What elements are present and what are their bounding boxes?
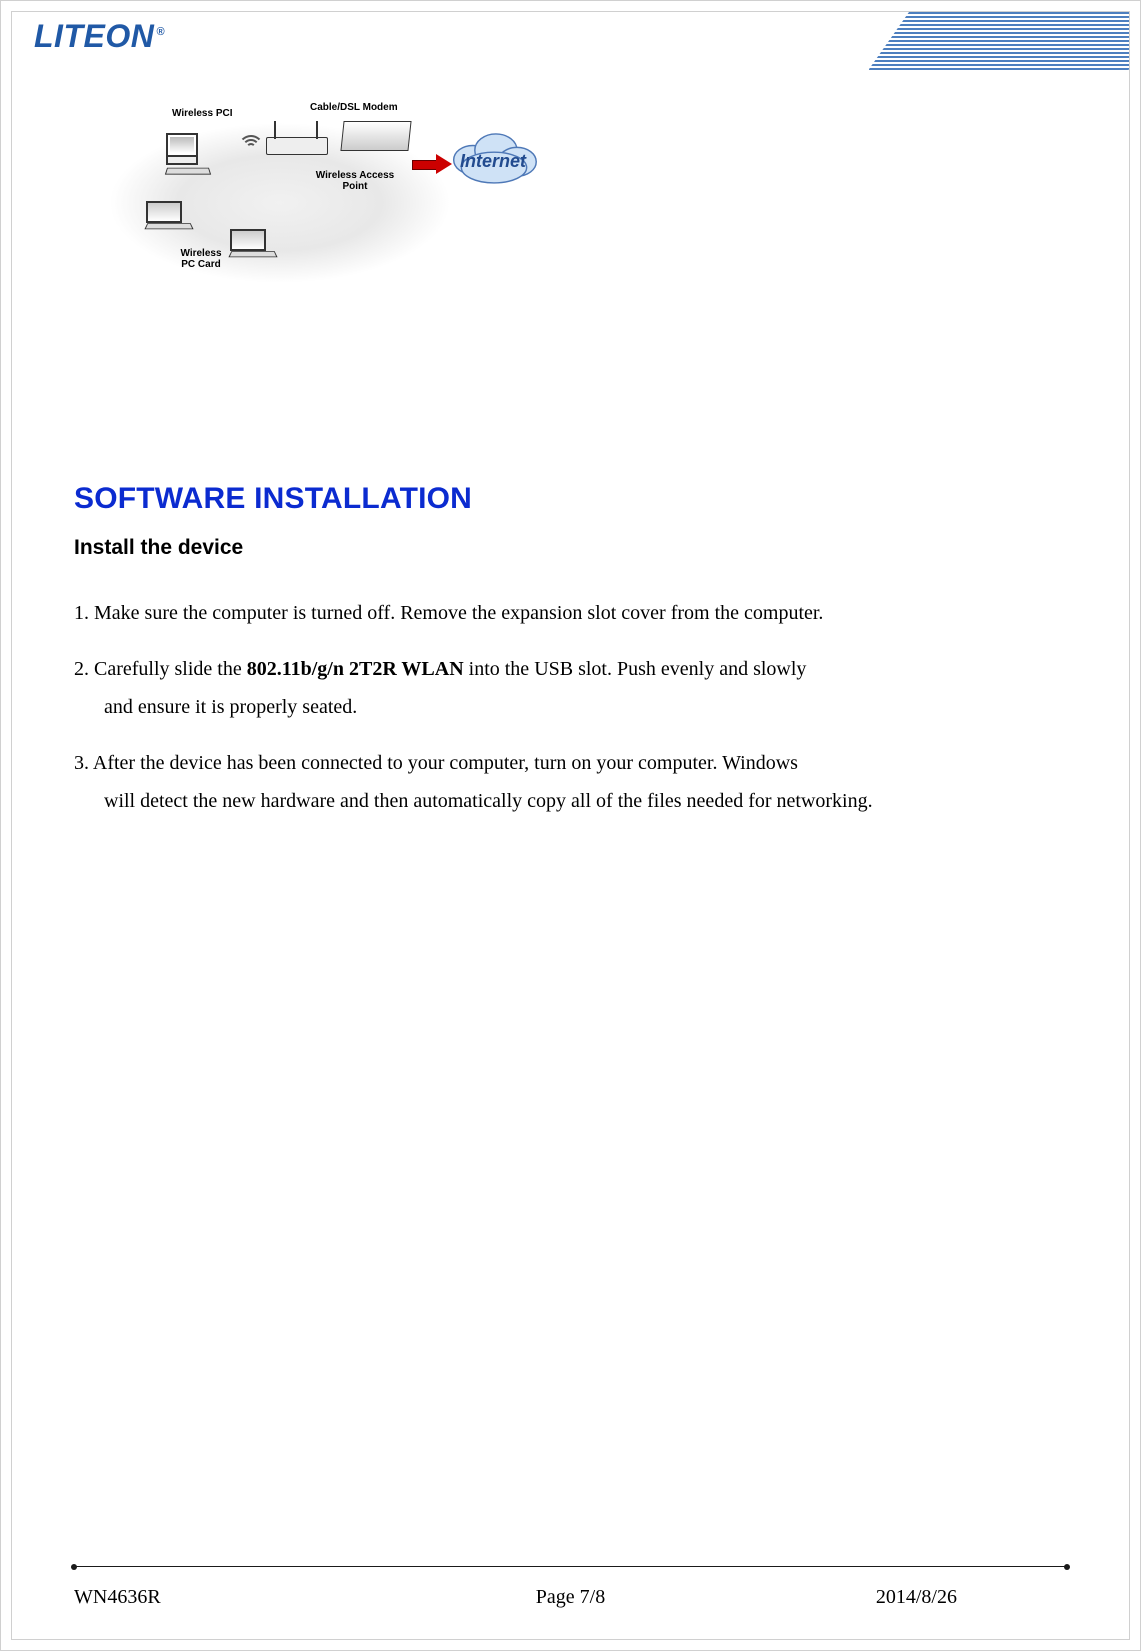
step-text: 2. Carefully slide the: [74, 658, 247, 680]
step-text: 1. Make sure the computer is turned off.…: [74, 602, 823, 624]
access-point-icon: [266, 123, 340, 167]
install-step-3: 3. After the device has been connected t…: [74, 744, 1067, 820]
footer-rule: [74, 1566, 1067, 1567]
footer-model: WN4636R: [74, 1586, 161, 1609]
step-bold: 802.11b/g/n 2T2R WLAN: [247, 658, 464, 680]
label-wireless-pc-card: Wireless PC Card: [176, 249, 226, 270]
page-content: SOFTWARE INSTALLATION Install the device…: [74, 482, 1067, 838]
page: LITEON® Wireless PCI: [11, 11, 1130, 1640]
step-text: 3. After the device has been connected t…: [74, 752, 798, 774]
label-cable-dsl-modem: Cable/DSL Modem: [310, 103, 398, 114]
desktop-pc-icon: [166, 133, 212, 171]
step-text: into the USB slot. Push evenly and slowl…: [464, 658, 807, 680]
section-title: SOFTWARE INSTALLATION: [74, 482, 1067, 516]
registered-mark: ®: [156, 26, 165, 38]
brand-logo: LITEON®: [34, 18, 165, 55]
section-subtitle: Install the device: [74, 536, 1067, 560]
brand-logo-text: LITEON: [34, 18, 154, 54]
header-decor-lines: [869, 12, 1129, 72]
step-cont: and ensure it is properly seated.: [74, 688, 1067, 726]
label-wireless-pci: Wireless PCI: [172, 109, 233, 120]
step-cont: will detect the new hardware and then au…: [74, 782, 1067, 820]
footer-page: Page 7/8: [536, 1586, 605, 1609]
network-diagram: Wireless PCI Cable/DSL Modem Wireless Ac…: [110, 89, 546, 295]
modem-icon: [340, 121, 411, 151]
label-wireless-access-point: Wireless Access Point: [310, 171, 400, 192]
label-internet: Internet: [460, 151, 526, 172]
page-header: LITEON®: [12, 12, 1129, 72]
laptop-icon: [146, 201, 196, 233]
wireless-waves-icon: [238, 135, 264, 161]
footer-date: 2014/8/26: [876, 1586, 957, 1609]
laptop-icon: [230, 229, 280, 261]
install-step-2: 2. Carefully slide the 802.11b/g/n 2T2R …: [74, 650, 1067, 726]
install-step-1: 1. Make sure the computer is turned off.…: [74, 594, 1067, 632]
page-footer: WN4636R Page 7/8 2014/8/26: [74, 1586, 1067, 1609]
